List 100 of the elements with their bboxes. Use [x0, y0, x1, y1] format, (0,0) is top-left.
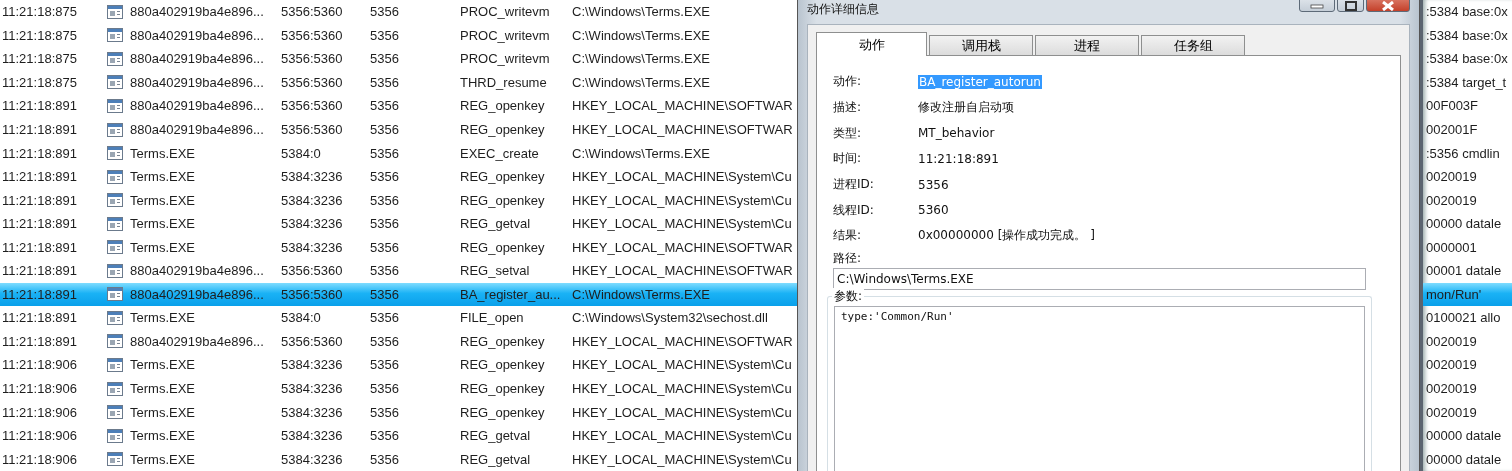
- detail-cell: 00000 datale: [1426, 216, 1502, 232]
- time-cell-text: 11:21:18:875: [1, 74, 78, 90]
- time-cell-text: 11:21:18:906: [1, 357, 78, 373]
- detail-cell: :5384 base:0x: [1426, 51, 1508, 67]
- process-cell-text: 880a402919ba4e896...: [129, 286, 265, 302]
- action-cell-text: REG_getval: [459, 451, 532, 467]
- window-icon: [107, 240, 123, 255]
- pid-cell-text: 5356: [369, 216, 400, 232]
- table-row[interactable]: 11:21:18:891 880a402919ba4e896... 5356:5360 5356 REG_openkey HKEY_LOCAL_MACHINE\SOFTWAR: [0, 117, 797, 142]
- action-cell-text: REG_openkey: [459, 239, 546, 255]
- table-row[interactable]: 11:21:18:891 Terms.EXE 5384:0 5356 FILE_open C:\Windows\System32\sechost.dll: [0, 306, 797, 330]
- time-cell-text: 11:21:18:906: [1, 428, 78, 444]
- pid-cell-text: 5356: [369, 51, 400, 67]
- path-cell-text: C:\Windows\Terms.EXE: [571, 286, 711, 302]
- window-icon: [107, 287, 123, 302]
- time-cell-text: 11:21:18:906: [1, 381, 78, 396]
- action-cell-text: REG_openkey: [459, 122, 546, 137]
- pid-cell-text: 5356: [369, 286, 400, 302]
- table-row[interactable]: 11:21:18:891 880a402919ba4e896... 5356:5360 5356 REG_openkey HKEY_LOCAL_MACHINE\SOFTWAR: [0, 329, 797, 354]
- pid-cell-text: 5356: [369, 357, 400, 373]
- path-cell-text: HKEY_LOCAL_MACHINE\System\Cu: [571, 192, 793, 208]
- time-cell-text: 11:21:18:875: [1, 51, 78, 67]
- time-cell-text: 11:21:18:891: [1, 216, 78, 232]
- table-row[interactable]: 11:21:18:875 880a402919ba4e896... 5356:5360 5356 PROC_writevm C:\Windows\Terms.EXE: [0, 47, 797, 71]
- params-label: 参数:: [832, 287, 865, 305]
- thread-cell-text: 5356:5360: [280, 74, 344, 90]
- time-cell-text: 11:21:18:891: [1, 286, 78, 302]
- pid-cell-text: 5356: [369, 263, 400, 279]
- time-cell-text: 11:21:18:891: [1, 98, 78, 114]
- field-value: MT_behavior: [918, 126, 995, 141]
- window-icon: [107, 28, 123, 43]
- thread-cell-text: 5384:3236: [280, 216, 344, 232]
- detail-cell: 0020019: [1426, 333, 1477, 349]
- params-field[interactable]: type:'Common/Run': [834, 305, 1365, 471]
- window-icon: [107, 263, 123, 278]
- path-cell-text: HKEY_LOCAL_MACHINE\System\Cu: [571, 169, 793, 185]
- action-cell-text: THRD_resume: [459, 74, 548, 90]
- detail-cell: :5356 cmdlin: [1426, 145, 1500, 161]
- path-cell-text: HKEY_LOCAL_MACHINE\System\Cu: [571, 428, 793, 444]
- table-row[interactable]: 11:21:18:891 Terms.EXE 5384:3236 5356 REG_openkey HKEY_LOCAL_MACHINE\SOFTWAR: [0, 235, 797, 259]
- table-row[interactable]: 11:21:18:891 880a402919ba4e896... 5356:5360 5356 BA_register_au... C:\Windows\Terms.EXE: [0, 282, 797, 307]
- thread-cell-text: 5356:5360: [280, 333, 344, 349]
- table-row[interactable]: 11:21:18:891 Terms.EXE 5384:3236 5356 REG_openkey HKEY_LOCAL_MACHINE\System\Cu: [0, 188, 797, 212]
- action-cell-text: REG_openkey: [459, 357, 546, 373]
- table-row[interactable]: 11:21:18:875 880a402919ba4e896... 5356:5360 5356 THRD_resume C:\Windows\Terms.EXE: [0, 70, 797, 95]
- action-cell-text: EXEC_create: [459, 145, 540, 161]
- pid-cell-text: 5356: [369, 4, 400, 20]
- table-row[interactable]: 11:21:18:875 880a402919ba4e896... 5356:5360 5356 PROC_writevm C:\Windows\Terms.EXE: [0, 0, 797, 24]
- detail-cell: 002001F: [1426, 122, 1478, 137]
- tab[interactable]: 进程: [1035, 35, 1139, 55]
- process-cell-text: Terms.EXE: [129, 239, 196, 255]
- pid-cell-text: 5356: [369, 310, 400, 326]
- table-row[interactable]: 11:21:18:891 Terms.EXE 5384:3236 5356 REG_openkey HKEY_LOCAL_MACHINE\System\Cu: [0, 164, 797, 189]
- table-row[interactable]: 11:21:18:891 Terms.EXE 5384:3236 5356 REG_getval HKEY_LOCAL_MACHINE\System\Cu: [0, 211, 797, 236]
- tab[interactable]: 动作: [816, 32, 927, 56]
- window-icon: [107, 4, 123, 19]
- tab[interactable]: 任务组: [1141, 35, 1245, 55]
- table-row[interactable]: 11:21:18:891 Terms.EXE 5384:0 5356 EXEC_create C:\Windows\Terms.EXE: [0, 141, 797, 165]
- time-cell-text: 11:21:18:891: [1, 310, 78, 326]
- detail-cell: 0020019: [1426, 192, 1477, 208]
- thread-cell-text: 5356:5360: [280, 98, 344, 114]
- table-row[interactable]: 11:21:18:906 Terms.EXE 5384:3236 5356 REG_getval HKEY_LOCAL_MACHINE\System\Cu: [0, 423, 797, 448]
- path-cell-text: C:\Windows\Terms.EXE: [571, 4, 711, 20]
- table-row[interactable]: 11:21:18:875 880a402919ba4e896... 5356:5360 5356 PROC_writevm C:\Windows\Terms.EXE: [0, 23, 797, 48]
- detail-cell: 00001 datale: [1426, 263, 1502, 279]
- thread-cell-text: 5356:5360: [280, 27, 344, 43]
- detail-cell: 0000001: [1426, 239, 1477, 255]
- window-icon: [107, 216, 123, 231]
- maximize-icon: [1343, 1, 1358, 11]
- table-row[interactable]: 11:21:18:906 Terms.EXE 5384:3236 5356 REG_openkey HKEY_LOCAL_MACHINE\System\Cu: [0, 353, 797, 377]
- detail-cell: 0020019: [1426, 169, 1477, 185]
- action-cell-text: REG_openkey: [459, 192, 546, 208]
- time-cell-text: 11:21:18:891: [1, 169, 78, 185]
- table-row[interactable]: 11:21:18:906 Terms.EXE 5384:3236 5356 REG_openkey HKEY_LOCAL_MACHINE\System\Cu: [0, 400, 797, 424]
- path-cell-text: C:\Windows\Terms.EXE: [571, 27, 711, 43]
- time-cell-text: 11:21:18:906: [1, 404, 78, 420]
- time-cell-text: 11:21:18:875: [1, 4, 78, 20]
- pid-cell-text: 5356: [369, 98, 400, 114]
- path-cell-text: HKEY_LOCAL_MACHINE\System\Cu: [571, 216, 793, 232]
- thread-cell-text: 5384:3236: [280, 381, 344, 396]
- detail-cell: :5384 target_t: [1426, 74, 1507, 90]
- action-cell-text: REG_openkey: [459, 381, 546, 396]
- field-label: 线程ID:: [833, 201, 875, 219]
- thread-cell-text: 5384:3236: [280, 451, 344, 467]
- path-label: 路径:: [833, 249, 863, 267]
- detail-cell: 0020019: [1426, 357, 1477, 373]
- table-row[interactable]: 11:21:18:906 Terms.EXE 5384:3236 5356 REG_getval HKEY_LOCAL_MACHINE\System\Cu: [0, 447, 797, 471]
- tab[interactable]: 调用栈: [929, 35, 1033, 55]
- action-cell-text: PROC_writevm: [459, 4, 551, 20]
- window-icon: [107, 310, 123, 325]
- path-field[interactable]: C:\Windows\Terms.EXE: [833, 267, 1366, 290]
- table-row[interactable]: 11:21:18:891 880a402919ba4e896... 5356:5360 5356 REG_openkey HKEY_LOCAL_MACHINE\SOFTWAR: [0, 94, 797, 118]
- process-cell-text: Terms.EXE: [129, 169, 196, 185]
- detail-cell: :5384 base:0x: [1426, 4, 1508, 20]
- table-row[interactable]: 11:21:18:906 Terms.EXE 5384:3236 5356 REG_openkey HKEY_LOCAL_MACHINE\System\Cu: [0, 376, 797, 401]
- thread-cell-text: 5356:5360: [280, 263, 344, 279]
- window-icon: [107, 357, 123, 372]
- table-row[interactable]: 11:21:18:891 880a402919ba4e896... 5356:5360 5356 REG_setval HKEY_LOCAL_MACHINE\SOFTWAR: [0, 259, 797, 283]
- field-label: 进程ID:: [833, 176, 875, 194]
- action-cell-text: PROC_writevm: [459, 27, 551, 43]
